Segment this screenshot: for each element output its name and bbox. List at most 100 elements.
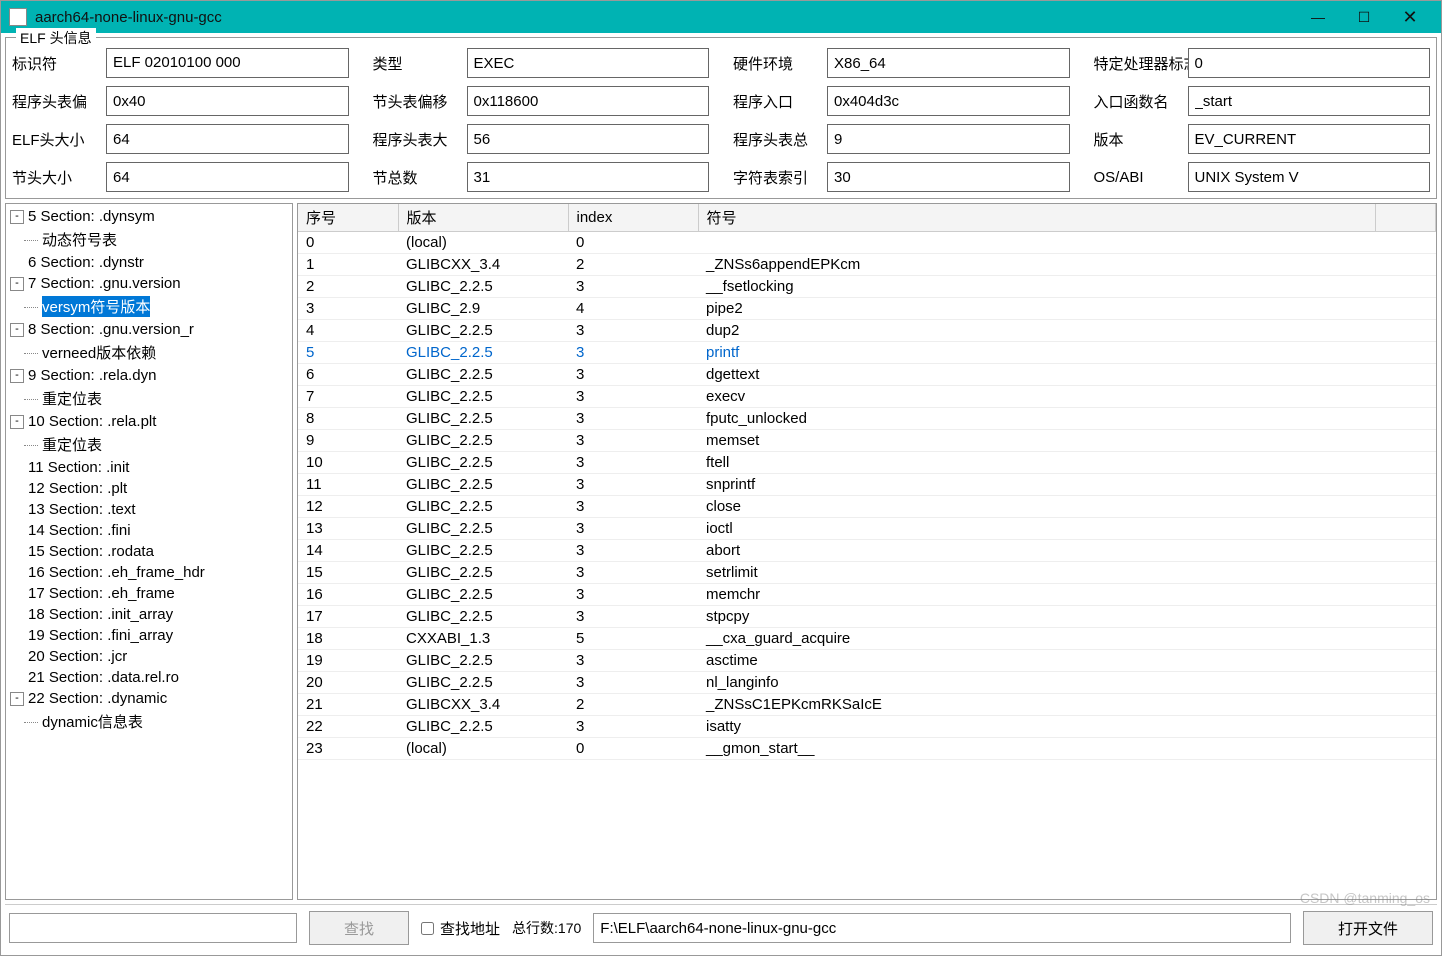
tree-node[interactable]: -10 Section: .rela.plt <box>6 411 292 432</box>
table-row[interactable]: 10GLIBC_2.2.53ftell <box>298 452 1436 474</box>
field-input[interactable] <box>106 124 349 154</box>
field-input[interactable] <box>1188 48 1431 78</box>
table-row[interactable]: 3GLIBC_2.94pipe2 <box>298 298 1436 320</box>
tree-child-node[interactable]: versym符号版本 <box>6 294 292 319</box>
tree-node[interactable]: 14 Section: .fini <box>6 520 292 541</box>
section-tree[interactable]: -5 Section: .dynsym动态符号表6 Section: .dyns… <box>5 203 293 900</box>
search-input[interactable] <box>9 913 297 943</box>
tree-expander[interactable]: - <box>10 210 24 224</box>
tree-expander[interactable]: - <box>10 277 24 291</box>
field: 版本 <box>1094 124 1431 154</box>
tree-node[interactable]: 6 Section: .dynstr <box>6 252 292 273</box>
tree-node[interactable]: 12 Section: .plt <box>6 478 292 499</box>
table-header[interactable]: 符号 <box>698 204 1375 232</box>
tree-node[interactable]: 18 Section: .init_array <box>6 604 292 625</box>
field-label: 程序头表偏 <box>12 91 98 112</box>
maximize-button[interactable]: ☐ <box>1341 1 1387 33</box>
table-cell: GLIBC_2.2.5 <box>398 540 568 562</box>
table-row[interactable]: 23(local)0__gmon_start__ <box>298 738 1436 760</box>
tree-expander[interactable]: - <box>10 323 24 337</box>
table-cell: 1 <box>298 254 398 276</box>
table-row[interactable]: 6GLIBC_2.2.53dgettext <box>298 364 1436 386</box>
tree-node[interactable]: 13 Section: .text <box>6 499 292 520</box>
field-input[interactable] <box>827 162 1070 192</box>
table-row[interactable]: 7GLIBC_2.2.53execv <box>298 386 1436 408</box>
field-input[interactable] <box>467 86 710 116</box>
table-row[interactable]: 11GLIBC_2.2.53snprintf <box>298 474 1436 496</box>
table-header[interactable]: index <box>568 204 698 232</box>
table-row[interactable]: 2GLIBC_2.2.53__fsetlocking <box>298 276 1436 298</box>
table-row[interactable]: 20GLIBC_2.2.53nl_langinfo <box>298 672 1436 694</box>
tree-node[interactable]: -9 Section: .rela.dyn <box>6 365 292 386</box>
table-cell: GLIBC_2.2.5 <box>398 342 568 364</box>
tree-node[interactable]: 19 Section: .fini_array <box>6 625 292 646</box>
tree-node[interactable]: 16 Section: .eh_frame_hdr <box>6 562 292 583</box>
field: 字符表索引 <box>733 162 1070 192</box>
table-cell: GLIBCXX_3.4 <box>398 254 568 276</box>
field-input[interactable] <box>467 162 710 192</box>
titlebar[interactable]: aarch64-none-linux-gnu-gcc — ☐ ✕ <box>1 1 1441 33</box>
tree-expander[interactable]: - <box>10 415 24 429</box>
table-cell: 3 <box>298 298 398 320</box>
table-row[interactable]: 16GLIBC_2.2.53memchr <box>298 584 1436 606</box>
table-row[interactable]: 1GLIBCXX_3.42_ZNSs6appendEPKcm <box>298 254 1436 276</box>
search-button[interactable]: 查找 <box>309 911 409 945</box>
table-header[interactable]: 序号 <box>298 204 398 232</box>
table-row[interactable]: 19GLIBC_2.2.53asctime <box>298 650 1436 672</box>
field-input[interactable] <box>467 124 710 154</box>
tree-node-label: 12 Section: .plt <box>28 480 127 497</box>
close-button[interactable]: ✕ <box>1387 1 1433 33</box>
table-row[interactable]: 5GLIBC_2.2.53printf <box>298 342 1436 364</box>
tree-node[interactable]: 11 Section: .init <box>6 457 292 478</box>
tree-expander[interactable]: - <box>10 692 24 706</box>
tree-node[interactable]: -22 Section: .dynamic <box>6 688 292 709</box>
field-input[interactable] <box>106 48 349 78</box>
table-row[interactable]: 12GLIBC_2.2.53close <box>298 496 1436 518</box>
tree-node[interactable]: -5 Section: .dynsym <box>6 206 292 227</box>
field-input[interactable] <box>1188 162 1431 192</box>
field-input[interactable] <box>1188 124 1431 154</box>
tree-node[interactable]: -7 Section: .gnu.version <box>6 273 292 294</box>
table-row[interactable]: 15GLIBC_2.2.53setrlimit <box>298 562 1436 584</box>
table-row[interactable]: 8GLIBC_2.2.53fputc_unlocked <box>298 408 1436 430</box>
tree-child-node[interactable]: verneed版本依赖 <box>6 340 292 365</box>
search-addr-checkbox-label[interactable]: 查找地址 <box>421 918 500 939</box>
table-cell: 2 <box>298 276 398 298</box>
table-row[interactable]: 18CXXABI_1.35__cxa_guard_acquire <box>298 628 1436 650</box>
field-input[interactable] <box>106 86 349 116</box>
tree-child-node[interactable]: dynamic信息表 <box>6 709 292 734</box>
table-row[interactable]: 22GLIBC_2.2.53isatty <box>298 716 1436 738</box>
tree-node[interactable]: 15 Section: .rodata <box>6 541 292 562</box>
field-input[interactable] <box>827 124 1070 154</box>
table-row[interactable]: 17GLIBC_2.2.53stpcpy <box>298 606 1436 628</box>
field-input[interactable] <box>827 86 1070 116</box>
field-input[interactable] <box>467 48 710 78</box>
table-header[interactable]: 版本 <box>398 204 568 232</box>
tree-child-node[interactable]: 重定位表 <box>6 386 292 411</box>
tree-node[interactable]: -8 Section: .gnu.version_r <box>6 319 292 340</box>
field-input[interactable] <box>827 48 1070 78</box>
table-cell: 14 <box>298 540 398 562</box>
tree-child-node[interactable]: 重定位表 <box>6 432 292 457</box>
table-row[interactable]: 13GLIBC_2.2.53ioctl <box>298 518 1436 540</box>
field-input[interactable] <box>106 162 349 192</box>
field-input[interactable] <box>1188 86 1431 116</box>
table-row[interactable]: 9GLIBC_2.2.53memset <box>298 430 1436 452</box>
tree-node[interactable]: 21 Section: .data.rel.ro <box>6 667 292 688</box>
table-cell: GLIBC_2.2.5 <box>398 606 568 628</box>
open-file-button[interactable]: 打开文件 <box>1303 911 1433 945</box>
field-label: 特定处理器标志 <box>1094 53 1180 74</box>
search-addr-checkbox[interactable] <box>421 922 434 935</box>
table-row[interactable]: 14GLIBC_2.2.53abort <box>298 540 1436 562</box>
tree-node[interactable]: 20 Section: .jcr <box>6 646 292 667</box>
table-scroll[interactable]: 序号版本index符号 0(local)01GLIBCXX_3.42_ZNSs6… <box>298 204 1436 899</box>
tree-node[interactable]: 17 Section: .eh_frame <box>6 583 292 604</box>
minimize-button[interactable]: — <box>1295 1 1341 33</box>
table-cell: 0 <box>568 232 698 254</box>
tree-child-node[interactable]: 动态符号表 <box>6 227 292 252</box>
table-row[interactable]: 21GLIBCXX_3.42_ZNSsC1EPKcmRKSaIcE <box>298 694 1436 716</box>
tree-expander[interactable]: - <box>10 369 24 383</box>
table-row[interactable]: 4GLIBC_2.2.53dup2 <box>298 320 1436 342</box>
table-row[interactable]: 0(local)0 <box>298 232 1436 254</box>
file-path-input[interactable] <box>593 913 1291 943</box>
